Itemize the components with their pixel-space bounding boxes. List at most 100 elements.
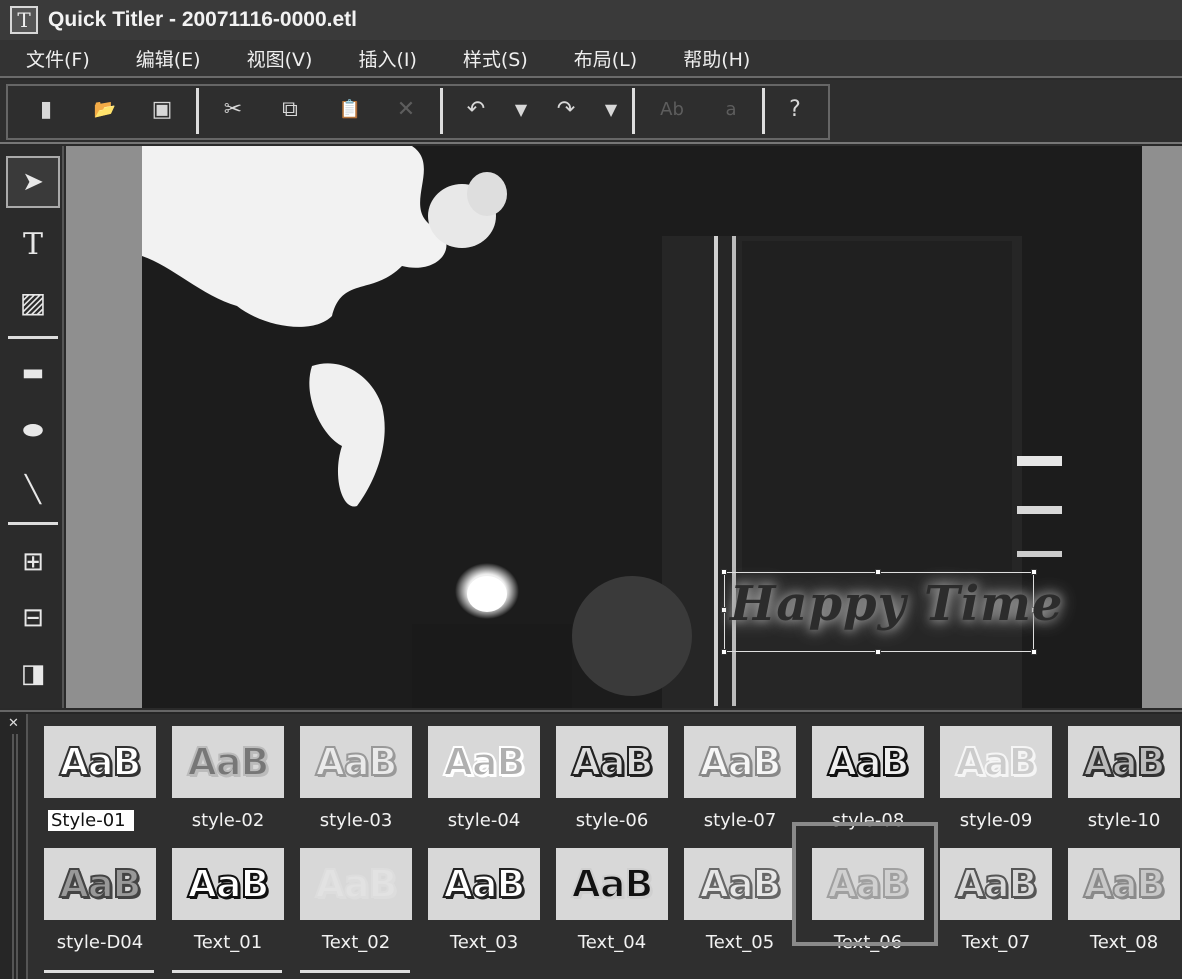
- style-swatch[interactable]: AaB: [300, 848, 412, 920]
- line-tool-icon[interactable]: ╲: [6, 464, 60, 516]
- rectangle-tool-icon[interactable]: ▬: [6, 346, 60, 398]
- style-swatch[interactable]: AaB: [940, 848, 1052, 920]
- style-preset-item[interactable]: AaB Text_05: [684, 848, 796, 953]
- style-preset-item[interactable]: AaB style-04: [428, 726, 540, 831]
- scroll-row-indicator: [44, 970, 154, 973]
- resize-handle[interactable]: [721, 569, 727, 575]
- help-icon[interactable]: ?: [780, 94, 810, 124]
- canvas-area[interactable]: Happy Time: [66, 146, 1182, 708]
- undo-icon[interactable]: ↶: [460, 94, 492, 124]
- align-icon[interactable]: ⊞: [6, 536, 60, 588]
- style-swatch[interactable]: AaB: [172, 726, 284, 798]
- style-label: Text_07: [961, 932, 1031, 953]
- resize-handle[interactable]: [721, 649, 727, 655]
- style-swatch[interactable]: AaB: [684, 848, 796, 920]
- delete-icon[interactable]: ✕: [390, 94, 422, 124]
- menu-style[interactable]: 样式(S): [463, 45, 528, 72]
- title-text-object[interactable]: Happy Time: [730, 576, 1063, 632]
- style-label: Text_03: [449, 932, 519, 953]
- style-label: style-10: [1087, 810, 1161, 831]
- style-label: Text_04: [577, 932, 647, 953]
- style-swatch[interactable]: AaB: [556, 848, 668, 920]
- text-tool-icon[interactable]: T: [6, 218, 60, 270]
- style-label: style-03: [319, 810, 393, 831]
- menu-insert[interactable]: 插入(I): [358, 45, 416, 72]
- style-swatch[interactable]: AaB: [1068, 726, 1180, 798]
- app-icon: T: [10, 6, 38, 34]
- resize-handle[interactable]: [875, 649, 881, 655]
- style-label: Text_01: [193, 932, 263, 953]
- scroll-row-indicator: [300, 970, 410, 973]
- style-preset-item[interactable]: AaB Text_07: [940, 848, 1052, 953]
- style-preset-item[interactable]: AaB Text_08: [1068, 848, 1180, 953]
- style-swatch[interactable]: AaB: [684, 726, 796, 798]
- resize-handle[interactable]: [1031, 649, 1037, 655]
- style-swatch[interactable]: AaB: [44, 848, 156, 920]
- new-file-icon[interactable]: ▮: [32, 94, 60, 124]
- style-preset-item[interactable]: AaB Text_02: [300, 848, 412, 953]
- resize-handle[interactable]: [721, 607, 727, 613]
- drawing-toolbox: ➤ T ▨ ▬ ⬬ ╲ ⊞ ⊟ ◨: [0, 146, 64, 708]
- redo-dropdown-icon[interactable]: ▼: [598, 94, 624, 124]
- style-preset-item[interactable]: AaB Style-01: [44, 726, 156, 831]
- style-preset-item[interactable]: AaB style-10: [1068, 726, 1180, 831]
- save-icon[interactable]: ▣: [146, 94, 178, 124]
- style-swatch[interactable]: AaB: [44, 726, 156, 798]
- video-frame-preview[interactable]: Happy Time: [142, 146, 1142, 708]
- center-align-icon[interactable]: ⊟: [6, 592, 60, 644]
- style-label: style-04: [447, 810, 521, 831]
- menu-edit[interactable]: 编辑(E): [136, 45, 201, 72]
- style-swatch[interactable]: AaB: [556, 726, 668, 798]
- spellcheck-icon[interactable]: Ab: [654, 94, 690, 124]
- style-swatch[interactable]: AaB: [812, 726, 924, 798]
- shadow-icon[interactable]: ◨: [6, 648, 60, 700]
- menu-file[interactable]: 文件(F): [26, 45, 90, 72]
- paste-icon[interactable]: 📋: [332, 94, 368, 124]
- style-preset-item[interactable]: AaB style-02: [172, 726, 284, 831]
- style-label: style-02: [191, 810, 265, 831]
- style-preset-item[interactable]: AaB style-06: [556, 726, 668, 831]
- style-preset-item[interactable]: AaB Text_01: [172, 848, 284, 953]
- cut-icon[interactable]: ✂: [218, 94, 248, 124]
- style-swatch[interactable]: AaB: [428, 726, 540, 798]
- style-preset-item[interactable]: AaB Text_04: [556, 848, 668, 953]
- style-swatch[interactable]: AaB: [428, 848, 540, 920]
- panel-grip[interactable]: [12, 734, 18, 979]
- style-preset-item[interactable]: AaB style-08: [812, 726, 924, 831]
- window-title: Quick Titler - 20071116-0000.etl: [48, 8, 357, 31]
- close-icon[interactable]: ✕: [8, 716, 19, 731]
- redo-icon[interactable]: ↷: [550, 94, 582, 124]
- style-label: Text_05: [705, 932, 775, 953]
- title-bar: T Quick Titler - 20071116-0000.etl: [0, 0, 1182, 40]
- style-swatch[interactable]: AaB: [172, 848, 284, 920]
- style-preset-item[interactable]: AaB style-D04: [44, 848, 156, 953]
- toolbox-separator: [8, 336, 58, 339]
- style-library-panel: ✕ AaB Style-01 AaB style-02 AaB style-03 AaB st…: [0, 710, 1182, 979]
- style-preset-item[interactable]: AaB Text_03: [428, 848, 540, 953]
- resize-handle[interactable]: [1031, 569, 1037, 575]
- style-label: Text_02: [321, 932, 391, 953]
- style-swatch[interactable]: AaB: [300, 726, 412, 798]
- menu-help[interactable]: 帮助(H): [683, 45, 750, 72]
- toolbox-separator: [8, 522, 58, 525]
- find-replace-icon[interactable]: a: [716, 94, 746, 124]
- resize-handle[interactable]: [875, 569, 881, 575]
- image-tool-icon[interactable]: ▨: [6, 276, 60, 328]
- open-folder-icon[interactable]: 📂: [88, 94, 122, 124]
- menu-layout[interactable]: 布局(L): [574, 45, 637, 72]
- style-swatch[interactable]: AaB: [940, 726, 1052, 798]
- style-preset-item[interactable]: AaB style-03: [300, 726, 412, 831]
- copy-icon[interactable]: ⧉: [274, 94, 306, 124]
- toolbar-separator: [762, 88, 765, 134]
- select-pointer-icon[interactable]: ➤: [6, 156, 60, 208]
- hover-highlight: [792, 822, 938, 946]
- menu-view[interactable]: 视图(V): [247, 45, 313, 72]
- style-swatch[interactable]: AaB: [1068, 848, 1180, 920]
- style-preset-item[interactable]: AaB style-07: [684, 726, 796, 831]
- ellipse-tool-icon[interactable]: ⬬: [6, 404, 60, 456]
- style-label: style-D04: [56, 932, 144, 953]
- style-preset-item[interactable]: AaB style-09: [940, 726, 1052, 831]
- toolbar-separator: [440, 88, 443, 134]
- undo-dropdown-icon[interactable]: ▼: [508, 94, 534, 124]
- style-label: Style-01: [48, 810, 134, 831]
